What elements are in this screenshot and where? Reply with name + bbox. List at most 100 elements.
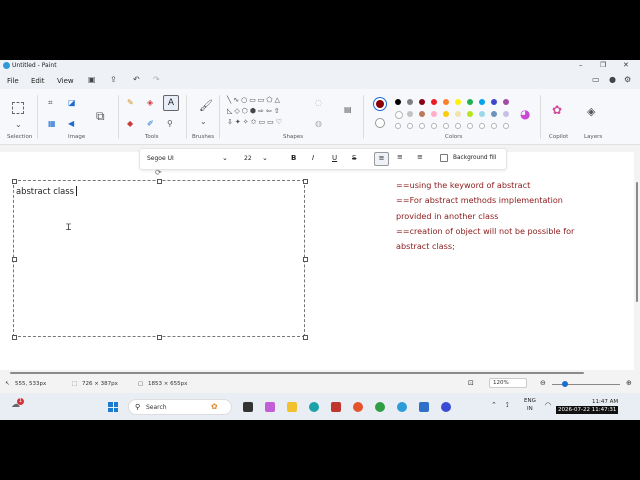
palette-swatch[interactable] [479, 99, 485, 105]
network-status-icon[interactable]: ⟟ [506, 401, 509, 410]
horizontal-scroll-thumb[interactable] [10, 372, 584, 374]
resize-handle[interactable] [157, 179, 162, 184]
language-top[interactable]: ENG [524, 398, 536, 404]
chevron-down-icon[interactable]: ⌄ [262, 154, 268, 162]
custom-color-slot[interactable] [431, 123, 437, 129]
text-box-selection[interactable] [13, 180, 305, 337]
palette-swatch[interactable] [455, 99, 461, 105]
edit-colors-icon[interactable]: ◕ [520, 107, 530, 121]
settings-gear-icon[interactable]: ⚙ [624, 75, 631, 84]
chevron-up-icon[interactable]: ⌃ [491, 401, 497, 409]
chevron-down-icon[interactable]: ⌄ [222, 154, 228, 162]
font-size-select[interactable]: 22 [244, 155, 252, 162]
resize-handle[interactable] [12, 179, 17, 184]
copilot-icon[interactable]: ✿ [552, 103, 562, 117]
palette-swatch[interactable] [407, 99, 413, 105]
chrome-icon[interactable] [375, 402, 385, 412]
undo-icon[interactable]: ↶ [133, 75, 140, 84]
custom-color-slot[interactable] [395, 123, 401, 129]
resize-handle[interactable] [303, 257, 308, 262]
rotate-icon[interactable]: ▦ [48, 119, 56, 128]
palette-swatch[interactable] [419, 111, 425, 117]
vertical-scroll-thumb[interactable] [636, 182, 638, 302]
resize-handle[interactable] [12, 257, 17, 262]
rotate-handle-icon[interactable]: ⟳ [155, 168, 162, 177]
shapes-gallery[interactable]: ╲∿○▭▭⬠△ ◺◇⬡⬢⇨⇦⇧ ⇩✦✧✩▭▭♡ [227, 95, 307, 131]
strikethrough-button[interactable]: S [352, 154, 356, 162]
palette-swatch[interactable] [491, 111, 497, 117]
language-bottom[interactable]: IN [527, 406, 533, 412]
custom-color-slot[interactable] [491, 123, 497, 129]
underline-button[interactable]: U [332, 154, 337, 162]
palette-swatch[interactable] [491, 99, 497, 105]
wifi-icon[interactable]: ◠ [545, 401, 551, 409]
taskbar-search-box[interactable]: ⚲ Search ✿ [128, 399, 232, 415]
chevron-down-icon[interactable]: ⌄ [200, 117, 207, 126]
palette-swatch[interactable] [443, 111, 449, 117]
account-icon[interactable]: ● [609, 75, 616, 84]
save-icon[interactable]: ▣ [88, 75, 96, 84]
zoom-slider-thumb[interactable] [562, 381, 568, 387]
align-right-icon[interactable]: ≡ [417, 153, 423, 161]
edge-browser-icon[interactable] [309, 402, 319, 412]
custom-color-slot[interactable] [479, 123, 485, 129]
custom-color-slot[interactable] [467, 123, 473, 129]
align-left-icon[interactable]: ≡ [374, 152, 389, 166]
bold-button[interactable]: B [291, 154, 296, 162]
palette-swatch[interactable] [395, 111, 403, 119]
flip-icon[interactable]: ◀ [68, 119, 74, 128]
font-family-select[interactable]: Segoe UI [147, 155, 174, 162]
fill-icon[interactable]: ◈ [147, 98, 153, 107]
maximize-button[interactable]: ❐ [600, 61, 606, 69]
text-tool-icon[interactable]: A [163, 95, 179, 111]
italic-button[interactable]: I [312, 154, 314, 162]
custom-color-slot[interactable] [443, 123, 449, 129]
custom-color-slot[interactable] [455, 123, 461, 129]
close-button[interactable]: ✕ [623, 61, 629, 69]
magnifier-icon[interactable]: ⚲ [167, 119, 173, 128]
start-button-windows-icon[interactable] [108, 402, 118, 412]
minimize-button[interactable]: – [579, 61, 583, 69]
palette-swatch[interactable] [419, 99, 425, 105]
share-icon[interactable]: ⇪ [110, 75, 117, 84]
custom-color-slot[interactable] [503, 123, 509, 129]
palette-swatch[interactable] [431, 99, 437, 105]
text-box-content[interactable]: abstract class [16, 186, 78, 196]
store-icon[interactable] [331, 402, 341, 412]
align-center-icon[interactable]: ≡ [397, 153, 403, 161]
crop-icon[interactable]: ⌗ [48, 98, 53, 108]
resize-icon[interactable]: ◪ [68, 98, 76, 107]
selection-icon[interactable] [12, 102, 24, 114]
menu-view[interactable]: View [57, 77, 74, 85]
pencil-icon[interactable]: ✎ [127, 98, 134, 107]
vertical-scrollbar[interactable] [634, 152, 640, 370]
task-view-icon[interactable] [243, 402, 253, 412]
fill-shape-icon[interactable]: ◍ [315, 119, 322, 128]
firefox-icon[interactable] [353, 402, 363, 412]
palette-swatch[interactable] [395, 99, 401, 105]
eraser-icon[interactable]: ◆ [127, 119, 133, 128]
clock-time[interactable]: 11:47 AM [592, 399, 618, 405]
fit-screen-icon[interactable]: ⊡ [468, 379, 474, 387]
menu-file[interactable]: File [7, 77, 19, 85]
palette-swatch[interactable] [443, 99, 449, 105]
palette-swatch[interactable] [503, 111, 509, 117]
layers-icon[interactable]: ◈ [587, 105, 595, 118]
feedback-icon[interactable]: ▭ [592, 75, 600, 84]
zoom-out-icon[interactable]: ⊖ [540, 379, 546, 387]
resize-handle[interactable] [303, 179, 308, 184]
chevron-down-icon[interactable]: ⌄ [15, 120, 22, 129]
custom-color-slot[interactable] [407, 123, 413, 129]
horizontal-scrollbar[interactable] [0, 370, 640, 376]
copilot-taskbar-icon[interactable] [265, 402, 275, 412]
outline-icon[interactable]: ◌ [315, 98, 322, 107]
palette-swatch[interactable] [407, 111, 413, 117]
palette-swatch[interactable] [431, 111, 437, 117]
palette-swatch[interactable] [455, 111, 461, 117]
custom-color-slot[interactable] [419, 123, 425, 129]
paint-taskbar-icon[interactable] [397, 402, 407, 412]
color-picker-icon[interactable]: ✐ [147, 119, 154, 128]
zoom-in-icon[interactable]: ⊕ [626, 379, 632, 387]
secondary-color-swatch[interactable] [375, 118, 385, 128]
messenger-icon[interactable] [441, 402, 451, 412]
